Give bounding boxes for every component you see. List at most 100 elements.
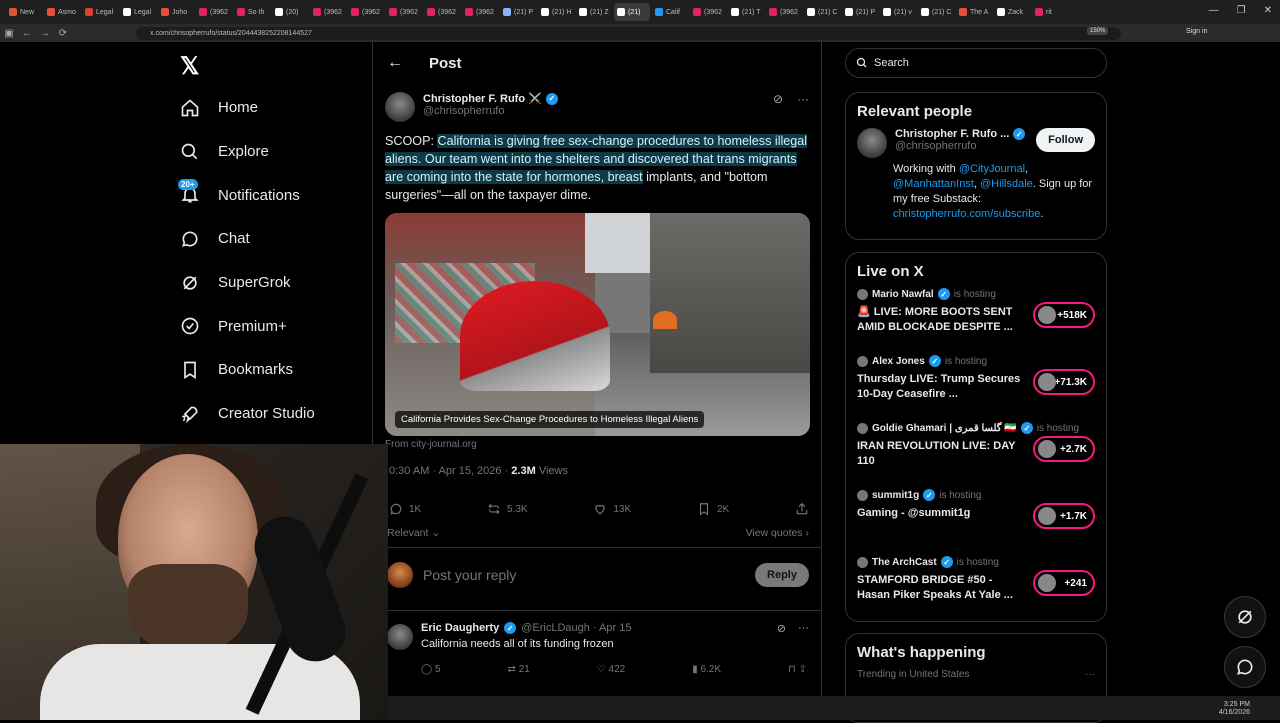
reply-avatar[interactable]: [387, 624, 413, 650]
browser-tab[interactable]: Zack: [994, 3, 1030, 21]
live-listeners-pill[interactable]: +1.7K: [1033, 503, 1095, 529]
host-name[interactable]: summit1g: [872, 490, 919, 501]
live-title[interactable]: Gaming - @summit1g: [857, 506, 1027, 521]
trend-more-icon[interactable]: ···: [1085, 669, 1095, 680]
x-logo[interactable]: 𝕏: [180, 52, 199, 81]
follow-button[interactable]: Follow: [1036, 128, 1095, 152]
browser-tab[interactable]: (3962: [196, 3, 232, 21]
browser-tab[interactable]: Joho: [158, 3, 194, 21]
relevant-person-avatar[interactable]: [857, 128, 887, 158]
browser-tab[interactable]: Asmo: [44, 3, 80, 21]
reply-like-stat[interactable]: ♡ 422: [597, 664, 625, 675]
live-title[interactable]: STAMFORD BRIDGE #50 - Hasan Piker Speaks…: [857, 573, 1027, 603]
reply-input[interactable]: Post your reply: [423, 567, 745, 583]
zoom-level[interactable]: 150%: [1087, 27, 1109, 35]
live-item[interactable]: Alex Jones ✓ is hosting Thursday LIVE: Trum…: [846, 355, 1106, 422]
share-stat[interactable]: [795, 502, 809, 516]
browser-tab[interactable]: (20): [272, 3, 308, 21]
author-avatar[interactable]: [385, 92, 415, 122]
bio-link-cityjournal[interactable]: @CityJournal: [959, 163, 1025, 175]
repost-stat[interactable]: 5.3K: [487, 502, 528, 516]
sidebar-item-notifications[interactable]: 20+ Notifications: [178, 173, 315, 217]
reply-stat[interactable]: 1K: [389, 502, 421, 516]
grok-icon[interactable]: ⊘: [777, 622, 786, 635]
browser-tab[interactable]: rit: [1032, 3, 1068, 21]
live-item[interactable]: Goldie Ghamari | گلسا قمری 🇮🇷 ✓ is hosting…: [846, 422, 1106, 489]
bookmark-stat[interactable]: 2K: [697, 502, 729, 516]
view-quotes-link[interactable]: View quotes ›: [746, 527, 809, 539]
post-timestamp[interactable]: 0:30 AM · Apr 15, 2026 ·: [389, 465, 511, 477]
restore-icon[interactable]: ❐: [1237, 5, 1246, 16]
sidebar-item-chat[interactable]: Chat: [178, 217, 315, 261]
browser-tab[interactable]: (21) C: [804, 3, 840, 21]
live-listeners-pill[interactable]: +2.7K: [1033, 436, 1095, 462]
reply-reply-stat[interactable]: ◯ 5: [421, 664, 441, 675]
more-options-icon[interactable]: ···: [798, 622, 809, 635]
browser-tab[interactable]: (3962: [348, 3, 384, 21]
sidebar-item-bookmarks[interactable]: Bookmarks: [178, 348, 315, 392]
browser-tab[interactable]: (3962: [766, 3, 802, 21]
browser-tab[interactable]: (21) C: [918, 3, 954, 21]
grok-fab[interactable]: [1224, 596, 1266, 638]
relevant-person-name-row[interactable]: Christopher F. Rufo ... ✓: [895, 128, 1026, 140]
relevant-person-name[interactable]: Christopher F. Rufo ...: [895, 128, 1009, 140]
browser-tab[interactable]: Legal: [82, 3, 118, 21]
like-stat[interactable]: 13K: [593, 502, 631, 516]
reply-handle[interactable]: @EricLDaugh · Apr 15: [521, 622, 631, 634]
live-item[interactable]: summit1g ✓ is hosting Gaming - @summit1g +1.…: [846, 489, 1106, 556]
url-field[interactable]: x.com/chrisopherrufo/status/204443825220…: [136, 27, 1121, 40]
bio-link-substack[interactable]: christopherrufo.com/subscribe: [893, 208, 1040, 220]
host-name[interactable]: Alex Jones: [872, 356, 925, 367]
reply-repost-stat[interactable]: ⇄ 21: [508, 664, 530, 675]
live-title[interactable]: IRAN REVOLUTION LIVE: DAY 110: [857, 439, 1027, 469]
reply-button[interactable]: Reply: [755, 563, 809, 587]
browser-tab[interactable]: (21) Z: [576, 3, 612, 21]
reply-bookmark-icon[interactable]: ⊓ ⇪: [788, 664, 807, 675]
minimize-icon[interactable]: —: [1209, 5, 1219, 16]
sidebar-item-home[interactable]: Home: [178, 86, 315, 130]
signin-button[interactable]: Sign in: [1186, 28, 1207, 35]
grok-icon[interactable]: ⊘: [773, 92, 783, 106]
browser-tab[interactable]: Legal: [120, 3, 156, 21]
browser-tab[interactable]: (21) P: [842, 3, 878, 21]
author-name[interactable]: Christopher F. Rufo ⚔️: [423, 92, 542, 105]
relevant-person[interactable]: Christopher F. Rufo ... ✓ @chrisopherruf…: [846, 128, 1106, 158]
forward-icon[interactable]: →: [36, 28, 54, 39]
browser-tab[interactable]: (3962: [310, 3, 346, 21]
sidebar-item-supergrok[interactable]: SuperGrok: [178, 261, 315, 305]
live-item[interactable]: The ArchCast ✓ is hosting STAMFORD BRIDGE #…: [846, 556, 1106, 623]
back-icon[interactable]: ←: [18, 28, 36, 39]
sidebar-item-premium[interactable]: Premium+: [178, 304, 315, 348]
live-title[interactable]: 🚨 LIVE: MORE BOOTS SENT AMID BLOCKADE DE…: [857, 305, 1027, 335]
browser-tab[interactable]: (3962: [386, 3, 422, 21]
sidebar-item-explore[interactable]: Explore: [178, 130, 315, 174]
browser-tab[interactable]: (3962: [424, 3, 460, 21]
browser-tab[interactable]: The A: [956, 3, 992, 21]
bio-link-hillsdale[interactable]: @Hillsdale: [980, 178, 1033, 190]
browser-tab[interactable]: (21) H: [538, 3, 574, 21]
browser-tab[interactable]: (21) P: [500, 3, 536, 21]
live-item[interactable]: Mario Nawfal ✓ is hosting 🚨 LIVE: MORE BOOT…: [846, 288, 1106, 355]
author-name-row[interactable]: Christopher F. Rufo ⚔️ ✓: [423, 92, 558, 105]
link-source[interactable]: From city-journal.org: [385, 439, 477, 450]
host-name[interactable]: Mario Nawfal: [872, 289, 934, 300]
browser-tab[interactable]: Calif: [652, 3, 688, 21]
host-name[interactable]: Goldie Ghamari | گلسا قمری 🇮🇷: [872, 423, 1017, 434]
browser-tab[interactable]: (3962: [690, 3, 726, 21]
close-icon[interactable]: ✕: [1264, 5, 1272, 16]
reload-icon[interactable]: ⟳: [54, 28, 72, 39]
sort-dropdown[interactable]: Relevant ⌄: [387, 527, 440, 539]
more-options-icon[interactable]: ···: [797, 92, 809, 106]
live-listeners-pill[interactable]: +518K: [1033, 302, 1095, 328]
reply-author-name[interactable]: Eric Daugherty: [421, 622, 499, 634]
browser-tab[interactable]: (3962: [462, 3, 498, 21]
browser-tab[interactable]: (21) T: [728, 3, 764, 21]
messages-fab[interactable]: [1224, 646, 1266, 688]
reply-views-stat[interactable]: ▮ 6.2K: [692, 664, 721, 675]
sidebar-toggle-icon[interactable]: ▣: [0, 28, 18, 39]
system-tray-clock[interactable]: 3:25 PM 4/16/2026: [1219, 701, 1250, 717]
live-listeners-pill[interactable]: +241: [1033, 570, 1095, 596]
post-media-card[interactable]: California Provides Sex-Change Procedure…: [385, 213, 810, 436]
live-title[interactable]: Thursday LIVE: Trump Secures 10-Day Ceas…: [857, 372, 1027, 402]
back-arrow-icon[interactable]: ←: [387, 54, 403, 72]
